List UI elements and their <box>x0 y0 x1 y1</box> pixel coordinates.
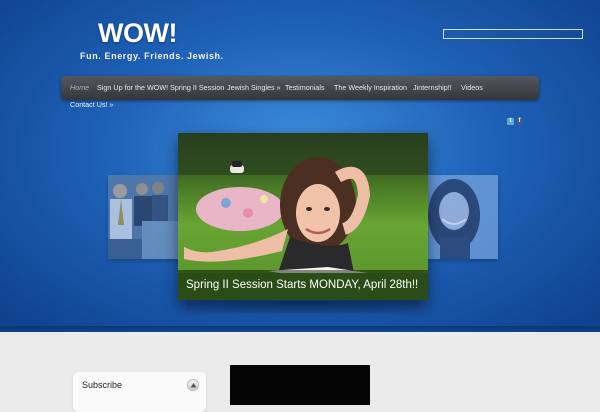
chevron-up-icon <box>190 383 197 388</box>
hero-header: WOW! Fun. Energy. Friends. Jewish. Home … <box>0 0 600 332</box>
subscribe-widget: Subscribe <box>73 372 206 412</box>
video-player[interactable] <box>230 365 370 405</box>
slide-caption[interactable]: Spring II Session Starts MONDAY, April 2… <box>178 270 428 300</box>
nav-item-home[interactable]: Home <box>70 76 89 100</box>
widget-title: Subscribe <box>82 380 123 390</box>
slide-reflection <box>186 301 420 313</box>
nav-item-videos[interactable]: Videos <box>461 76 483 100</box>
slide-thumbnail-left[interactable] <box>108 175 178 259</box>
slide-thumbnail-right[interactable] <box>428 175 498 259</box>
nav-item-contact-us[interactable]: Contact Us! » <box>70 98 114 112</box>
logo-tagline: Fun. Energy. Friends. Jewish. <box>80 51 224 61</box>
collapse-toggle-button[interactable] <box>187 379 199 391</box>
main-nav: Home Sign Up for the WOW! Spring II Sess… <box>61 76 539 100</box>
twitter-icon[interactable]: t <box>507 118 514 125</box>
woman-portrait-image <box>428 175 498 259</box>
hero-divider <box>0 326 600 332</box>
nav-item-testimonials[interactable]: Testimonials <box>285 76 325 100</box>
facebook-icon[interactable]: f <box>516 118 523 125</box>
logo-wordmark: WOW! <box>98 18 177 48</box>
nav-item-weekly-inspiration[interactable]: The Weekly Inspiration <box>334 76 407 100</box>
slide-main[interactable]: Spring II Session Starts MONDAY, April 2… <box>178 133 428 300</box>
site-logo[interactable]: WOW! Fun. Energy. Friends. Jewish. <box>78 18 223 62</box>
nav-item-jewish-singles[interactable]: Jewish Singles » <box>227 76 281 100</box>
group-photo-image <box>108 175 178 259</box>
nav-item-jinternship[interactable]: Jinternship!! <box>413 76 452 100</box>
search-input[interactable] <box>443 29 583 39</box>
nav-item-sign-up[interactable]: Sign Up for the WOW! Spring II Session <box>97 76 224 100</box>
